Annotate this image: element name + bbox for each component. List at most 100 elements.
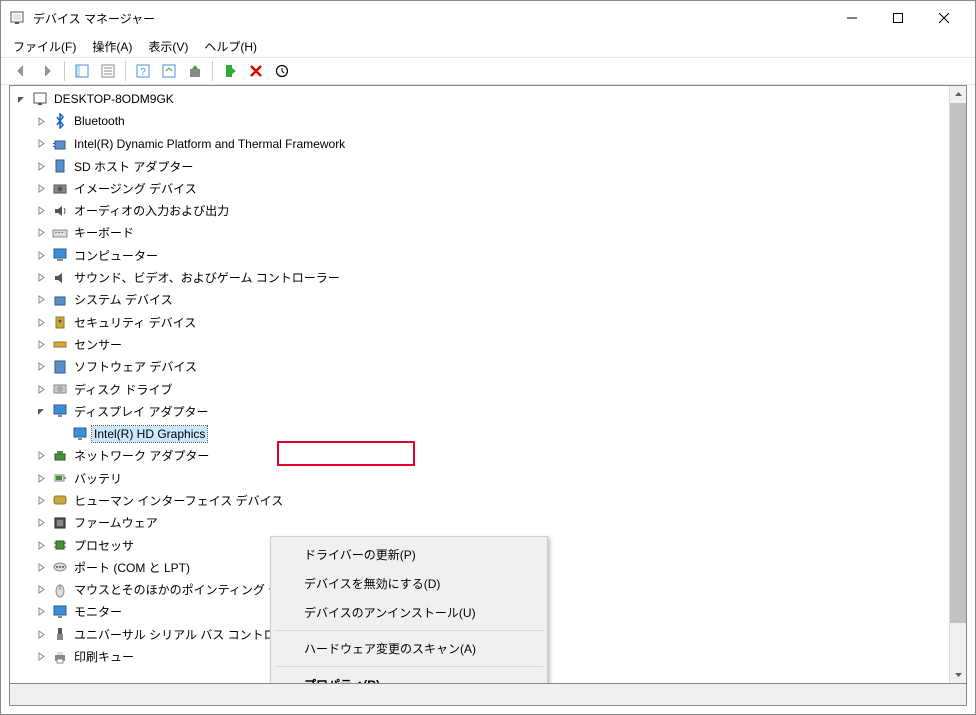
tree-item-system[interactable]: システム デバイス [10, 289, 949, 311]
expand-icon[interactable] [34, 605, 48, 619]
expand-icon[interactable] [34, 449, 48, 463]
tree-item-display[interactable]: ディスプレイ アダプター [10, 400, 949, 422]
cpu-icon [52, 537, 68, 553]
tree-item-battery[interactable]: バッテリ [10, 467, 949, 489]
expand-icon[interactable] [34, 337, 48, 351]
tree-item-label: モニター [72, 602, 124, 621]
tree-item-security[interactable]: セキュリティ デバイス [10, 311, 949, 333]
tree-item-label: キーボード [72, 223, 136, 242]
display-icon [52, 403, 68, 419]
tree-item-imaging[interactable]: イメージング デバイス [10, 177, 949, 199]
expand-icon[interactable] [34, 159, 48, 173]
expand-icon[interactable] [34, 226, 48, 240]
tree-item-disk[interactable]: ディスク ドライブ [10, 378, 949, 400]
tree-item-keyboard[interactable]: キーボード [10, 222, 949, 244]
tree-item-label: プロセッサ [72, 536, 136, 555]
expand-icon[interactable] [34, 493, 48, 507]
help-button[interactable]: ? [131, 59, 155, 83]
printer-icon [52, 649, 68, 665]
tree-root[interactable]: DESKTOP-8ODM9GK [10, 88, 949, 110]
minimize-button[interactable] [829, 1, 875, 35]
tree-item-label: Intel(R) Dynamic Platform and Thermal Fr… [72, 136, 347, 152]
vertical-scrollbar[interactable] [949, 86, 966, 683]
disk-icon [52, 381, 68, 397]
tree-item-label: 印刷キュー [72, 647, 136, 666]
sd-icon [52, 158, 68, 174]
expand-icon[interactable] [34, 583, 48, 597]
firmware-icon [52, 515, 68, 531]
menu-help[interactable]: ヘルプ(H) [198, 36, 263, 57]
tree-item-sensor[interactable]: センサー [10, 333, 949, 355]
expand-icon[interactable] [34, 114, 48, 128]
expand-icon[interactable] [34, 516, 48, 530]
forward-button[interactable] [35, 59, 59, 83]
tree-item-network[interactable]: ネットワーク アダプター [10, 445, 949, 467]
expand-icon[interactable] [34, 560, 48, 574]
imaging-icon [52, 180, 68, 196]
expand-icon[interactable] [34, 471, 48, 485]
tree-item-hid[interactable]: ヒューマン インターフェイス デバイス [10, 489, 949, 511]
expand-icon[interactable] [34, 248, 48, 262]
update-driver-button[interactable] [183, 59, 207, 83]
uninstall-button[interactable] [244, 59, 268, 83]
scroll-track[interactable] [950, 103, 966, 666]
ctx-scan-hardware[interactable]: ハードウェア変更のスキャン(A) [274, 634, 544, 663]
system-icon [52, 292, 68, 308]
separator [64, 61, 65, 81]
maximize-button[interactable] [875, 1, 921, 35]
ctx-uninstall-device[interactable]: デバイスのアンインストール(U) [274, 598, 544, 627]
software-icon [52, 359, 68, 375]
tree-leaf-display[interactable]: Intel(R) HD Graphics [10, 422, 949, 444]
menu-action[interactable]: 操作(A) [86, 36, 138, 57]
tree-item-label: Bluetooth [72, 113, 127, 129]
expand-icon[interactable] [34, 315, 48, 329]
expand-icon[interactable] [34, 181, 48, 195]
expand-icon[interactable] [34, 293, 48, 307]
expand-icon[interactable] [34, 627, 48, 641]
ctx-separator [275, 666, 543, 667]
scroll-thumb[interactable] [950, 103, 966, 623]
menu-view[interactable]: 表示(V) [142, 36, 194, 57]
collapse-icon[interactable] [34, 404, 48, 418]
tree-item-firmware[interactable]: ファームウェア [10, 512, 949, 534]
tree-item-label: SD ホスト アダプター [72, 157, 195, 176]
window-title: デバイス マネージャー [33, 10, 829, 27]
enable-button[interactable] [218, 59, 242, 83]
hid-icon [52, 492, 68, 508]
expand-icon[interactable] [34, 360, 48, 374]
expand-icon[interactable] [34, 382, 48, 396]
scan-hardware-button[interactable] [270, 59, 294, 83]
tree-item-label: ファームウェア [72, 513, 160, 532]
tree-item-sd[interactable]: SD ホスト アダプター [10, 155, 949, 177]
tree-item-thermal[interactable]: Intel(R) Dynamic Platform and Thermal Fr… [10, 133, 949, 155]
expand-icon[interactable] [34, 204, 48, 218]
ctx-disable-device[interactable]: デバイスを無効にする(D) [274, 569, 544, 598]
keyboard-icon [52, 225, 68, 241]
scroll-down-button[interactable] [950, 666, 966, 683]
tree-item-computer[interactable]: コンピューター [10, 244, 949, 266]
svg-text:?: ? [140, 67, 146, 78]
back-button[interactable] [9, 59, 33, 83]
scroll-up-button[interactable] [950, 86, 966, 103]
ctx-update-driver[interactable]: ドライバーの更新(P) [274, 540, 544, 569]
close-button[interactable] [921, 1, 967, 35]
menu-file[interactable]: ファイル(F) [7, 36, 82, 57]
properties-button[interactable] [96, 59, 120, 83]
expand-icon[interactable] [34, 271, 48, 285]
tree-item-audio[interactable]: オーディオの入力および出力 [10, 199, 949, 221]
root-icon [32, 91, 48, 107]
refresh-button[interactable] [157, 59, 181, 83]
tree-item-software[interactable]: ソフトウェア デバイス [10, 356, 949, 378]
tree-item-label: コンピューター [72, 246, 160, 265]
ctx-properties[interactable]: プロパティ(R) [274, 670, 544, 684]
window-controls [829, 1, 967, 35]
menubar: ファイル(F) 操作(A) 表示(V) ヘルプ(H) [1, 35, 975, 57]
tree-item-bluetooth[interactable]: Bluetooth [10, 110, 949, 132]
port-icon [52, 559, 68, 575]
expand-icon[interactable] [34, 650, 48, 664]
expand-icon[interactable] [34, 538, 48, 552]
show-hide-tree-button[interactable] [70, 59, 94, 83]
collapse-icon[interactable] [14, 92, 28, 106]
tree-item-sound[interactable]: サウンド、ビデオ、およびゲーム コントローラー [10, 266, 949, 288]
expand-icon[interactable] [34, 137, 48, 151]
